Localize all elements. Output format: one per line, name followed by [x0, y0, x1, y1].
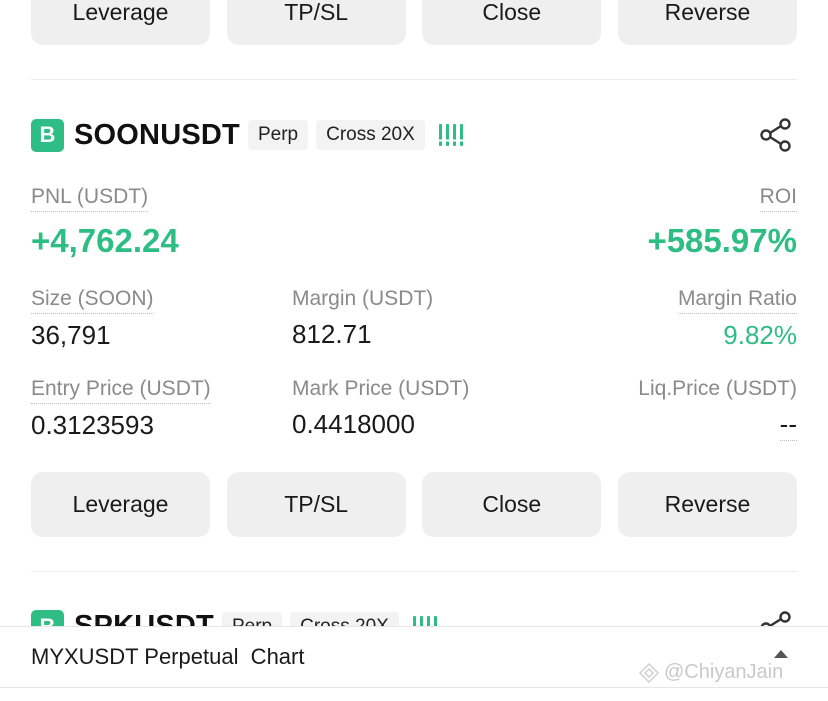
liq-price-label: Liq.Price (USDT) — [638, 377, 797, 400]
margin-ratio-label[interactable]: Margin Ratio — [677, 287, 797, 314]
margin-ratio-field: Margin Ratio 9.82% — [677, 287, 797, 351]
action-row-previous: Leverage TP/SL Close Reverse — [31, 0, 797, 45]
roi-field: ROI — [759, 185, 797, 212]
pnl-value-wrap: +4,762.24 — [31, 222, 179, 260]
entry-price-value: 0.3123593 — [31, 410, 154, 440]
position-side-badge: B — [31, 118, 64, 152]
entry-price-label[interactable]: Entry Price (USDT) — [31, 377, 211, 404]
roi-value: +585.97% — [647, 222, 797, 259]
reverse-button[interactable]: Reverse — [617, 0, 797, 45]
position-symbol[interactable]: SOONUSDT — [74, 119, 240, 152]
chart-bar-label: MYXUSDT Perpetual Chart — [31, 644, 305, 669]
action-row: Leverage TP/SL Close Reverse — [31, 472, 797, 537]
pnl-value: +4,762.24 — [31, 222, 179, 259]
mark-price-field: Mark Price (USDT) 0.4418000 — [292, 377, 469, 440]
leverage-button[interactable]: Leverage — [31, 0, 210, 45]
contract-type-tag: Perp — [247, 120, 309, 150]
margin-mode-tag[interactable]: Cross 20X — [316, 120, 425, 150]
margin-value: 812.71 — [292, 319, 372, 349]
signal-bars-icon — [438, 122, 463, 148]
close-button[interactable]: Close — [422, 0, 602, 45]
watermark: @ChiyanJain — [638, 661, 783, 684]
watermark-logo-icon — [638, 662, 660, 683]
tpsl-button[interactable]: TP/SL — [226, 472, 406, 537]
liq-price-value[interactable]: -- — [779, 409, 797, 441]
watermark-text: @ChiyanJain — [664, 661, 784, 683]
caret-up-icon[interactable] — [774, 650, 788, 658]
margin-ratio-value: 9.82% — [723, 320, 797, 350]
margin-label: Margin (USDT) — [292, 287, 434, 310]
pnl-label[interactable]: PNL (USDT) — [31, 185, 149, 212]
position-header: B SOONUSDT Perp Cross 20X — [31, 115, 797, 155]
leverage-button[interactable]: Leverage — [31, 472, 210, 537]
divider — [31, 79, 797, 80]
liq-price-field: Liq.Price (USDT) -- — [638, 377, 797, 441]
reverse-button[interactable]: Reverse — [617, 472, 797, 537]
mark-price-value: 0.4418000 — [292, 409, 415, 439]
tpsl-button[interactable]: TP/SL — [226, 0, 406, 45]
entry-price-field: Entry Price (USDT) 0.3123593 — [31, 377, 211, 441]
size-label[interactable]: Size (SOON) — [31, 287, 154, 314]
margin-field: Margin (USDT) 812.71 — [292, 287, 433, 350]
divider — [31, 571, 797, 572]
roi-value-wrap: +585.97% — [647, 222, 797, 260]
roi-label[interactable]: ROI — [759, 185, 797, 212]
share-icon[interactable] — [757, 115, 797, 155]
mark-price-label: Mark Price (USDT) — [292, 377, 470, 400]
close-button[interactable]: Close — [422, 472, 602, 537]
size-field: Size (SOON) 36,791 — [31, 287, 154, 351]
size-value: 36,791 — [31, 320, 111, 350]
pnl-field: PNL (USDT) — [31, 185, 149, 212]
